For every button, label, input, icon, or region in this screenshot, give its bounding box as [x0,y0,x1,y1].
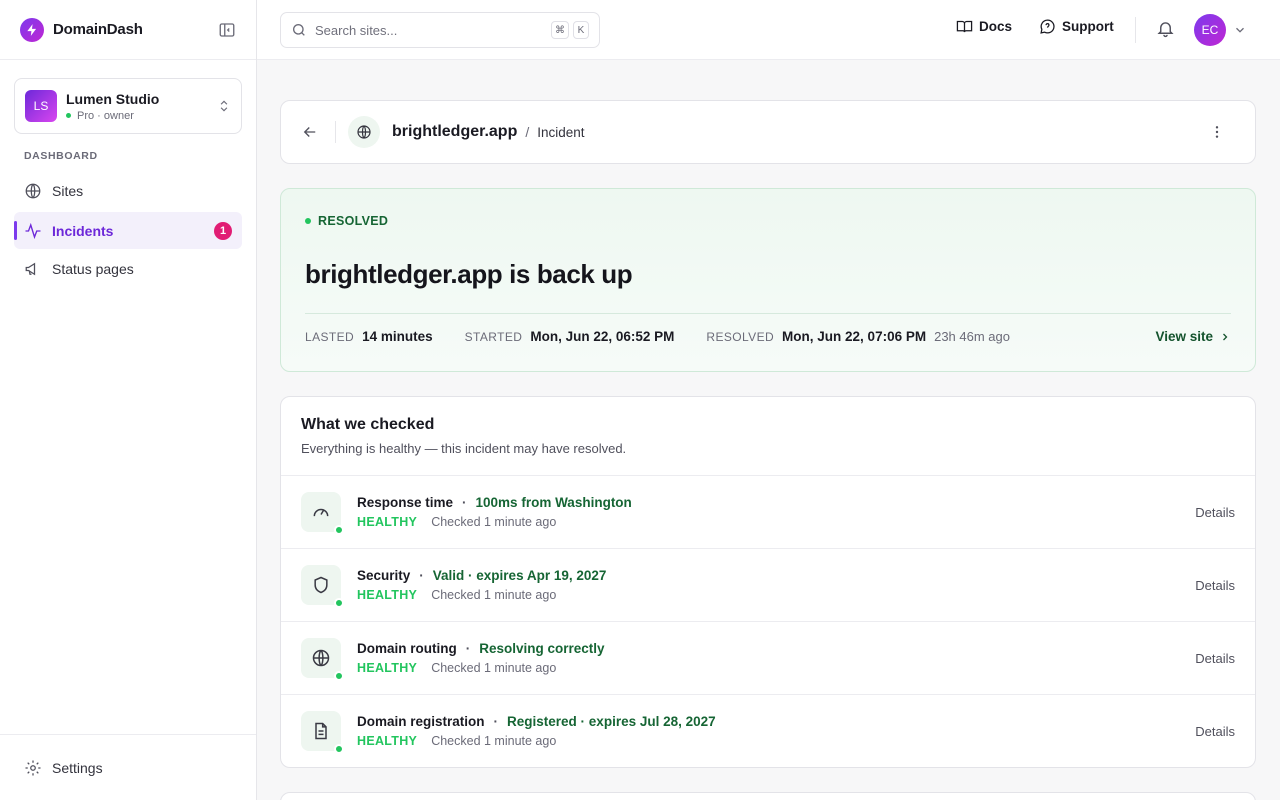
support-icon [1040,19,1055,34]
sidebar: DomainDash LS Lumen Studio Pro · owner D… [0,0,257,800]
sidebar-item-settings[interactable]: Settings [0,734,256,800]
resolved-value: Mon, Jun 22, 07:06 PM [782,329,927,344]
check-status: HEALTHY [357,515,418,529]
back-arrow-icon[interactable] [301,123,319,141]
globe-icon [301,638,344,681]
started-label: STARTED [464,329,523,344]
shield-icon [301,565,344,608]
sidebar-item-label: Status pages [52,260,134,277]
check-detail: 100ms from Washington [475,495,632,510]
incident-status-card: RESOLVED brightledger.app is back up LAS… [280,188,1256,372]
check-row-security: Security · Valid · expires Apr 19, 2027 HE… [281,548,1255,621]
resolved-ago: 23h 46m ago [934,329,1010,344]
check-name: Domain registration [357,714,485,729]
bell-icon[interactable] [1156,19,1175,38]
globe-icon [348,116,380,148]
resolved-label: RESOLVED [706,329,775,344]
chevron-right-icon [1223,333,1228,340]
megaphone-icon [24,260,42,278]
kbd-key: ⌘ [551,21,569,39]
next-card [280,792,1256,800]
gear-icon [24,759,42,777]
sidebar-item-label: Incidents [52,222,114,239]
lasted-value: 14 minutes [362,329,433,344]
top-bar: ⌘ K Docs Support EC [257,0,1280,60]
checks-subtitle: Everything is healthy — this incident ma… [301,441,627,456]
workspace-plan: Pro · owner [77,109,134,122]
sidebar-collapse-icon[interactable] [218,21,236,39]
document-icon [301,711,344,754]
check-detail: Registered · expires Jul 28, 2027 [507,714,716,729]
sidebar-item-sites[interactable]: Sites [14,172,242,209]
brand-bar: DomainDash [0,0,256,60]
started-value: Mon, Jun 22, 06:52 PM [530,329,675,344]
check-name: Domain routing [357,641,457,656]
globe-icon [24,182,42,200]
divider [305,313,1231,314]
checks-title: What we checked [301,416,435,433]
status-dot [334,525,344,535]
divider [335,121,336,143]
check-detail: Valid · expires Apr 19, 2027 [432,568,607,583]
brand-name: DomainDash [53,21,143,38]
chevron-updown-icon [217,99,231,113]
status-dot [334,744,344,754]
keyboard-shortcut: ⌘ K [551,21,589,39]
chevron-down-icon[interactable] [1233,23,1247,37]
status-dot [334,671,344,681]
check-row-domain-routing: Domain routing · Resolving correctly HEALT… [281,621,1255,694]
check-detail: Resolving correctly [479,641,605,656]
workspace-avatar: LS [25,90,57,122]
divider [1135,17,1136,43]
search-icon [291,22,307,38]
breadcrumb-current: Incident [537,124,585,140]
checks-card: What we checked Everything is healthy — … [280,396,1256,768]
book-icon [956,20,973,33]
activity-icon [24,222,42,240]
check-row-response-time: Response time · 100ms from Washington HEAL… [281,475,1255,548]
docs-link[interactable]: Docs [956,18,1012,35]
user-avatar[interactable]: EC [1194,14,1226,46]
online-dot [66,113,71,118]
details-button[interactable]: Details [1195,651,1235,666]
check-status: HEALTHY [357,588,418,602]
view-site-link[interactable]: View site [1155,329,1231,344]
breadcrumb-separator: / [525,124,530,140]
status-badge: RESOLVED [305,214,388,228]
status-dot [334,598,344,608]
more-vertical-icon[interactable] [1209,124,1225,140]
incident-header: brightledger.app / Incident [280,100,1256,164]
check-time: Checked 1 minute ago [431,588,557,602]
bolt-icon [20,17,44,42]
sidebar-item-label: Sites [52,182,84,199]
check-time: Checked 1 minute ago [431,515,557,529]
check-status: HEALTHY [357,661,418,675]
sidebar-item-status-pages[interactable]: Status pages [14,250,242,287]
gauge-icon [301,492,344,535]
details-button[interactable]: Details [1195,724,1235,739]
support-link[interactable]: Support [1039,18,1114,35]
incident-count-badge: 1 [214,221,232,240]
nav-section-label: DASHBOARD [24,150,98,162]
check-status: HEALTHY [357,734,418,748]
lasted-label: LASTED [305,329,355,344]
incident-meta: LASTED 14 minutes STARTED Mon, Jun 22, 0… [305,329,1231,344]
check-row-domain-registration: Domain registration · Registered · expires… [281,694,1255,767]
workspace-name: Lumen Studio [66,90,160,107]
details-button[interactable]: Details [1195,505,1235,520]
breadcrumb-site[interactable]: brightledger.app [392,123,517,141]
details-button[interactable]: Details [1195,578,1235,593]
check-name: Security [357,568,411,583]
workspace-switcher[interactable]: LS Lumen Studio Pro · owner [14,78,242,134]
search-input[interactable] [315,22,535,38]
sidebar-item-label: Settings [52,759,103,776]
incident-title: brightledger.app is back up [305,259,633,289]
check-time: Checked 1 minute ago [431,661,557,675]
search-box[interactable]: ⌘ K [280,12,600,48]
check-name: Response time [357,495,454,510]
status-dot [305,218,311,224]
check-time: Checked 1 minute ago [431,734,557,748]
kbd-key: K [573,21,589,39]
sidebar-item-incidents[interactable]: Incidents 1 [14,212,242,249]
